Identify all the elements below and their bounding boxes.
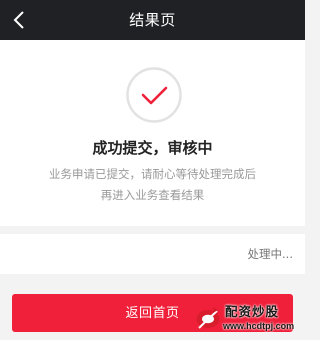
- watermark-title: 配资炒股: [225, 304, 280, 319]
- status-text: 处理中...: [247, 247, 293, 261]
- check-circle-icon: [125, 66, 183, 124]
- status-row: 处理中...: [0, 234, 305, 274]
- description-line-2: 再进入业务查看结果: [100, 188, 205, 202]
- result-description: 业务申请已提交，请耐心等待处理完成后 再进入业务查看结果: [0, 164, 305, 206]
- page-title: 结果页: [129, 11, 176, 29]
- top-navigation-bar: 结果页: [0, 0, 305, 40]
- watermark-logo-icon: [195, 304, 221, 332]
- result-title: 成功提交，审核中: [92, 139, 213, 157]
- watermark: 配资炒股 www.hcdtpj.com: [195, 300, 303, 338]
- watermark-url: www.hcdtpj.com: [223, 321, 295, 331]
- result-card: 成功提交，审核中 业务申请已提交，请耐心等待处理完成后 再进入业务查看结果: [0, 40, 305, 226]
- description-line-1: 业务申请已提交，请耐心等待处理完成后: [49, 167, 256, 181]
